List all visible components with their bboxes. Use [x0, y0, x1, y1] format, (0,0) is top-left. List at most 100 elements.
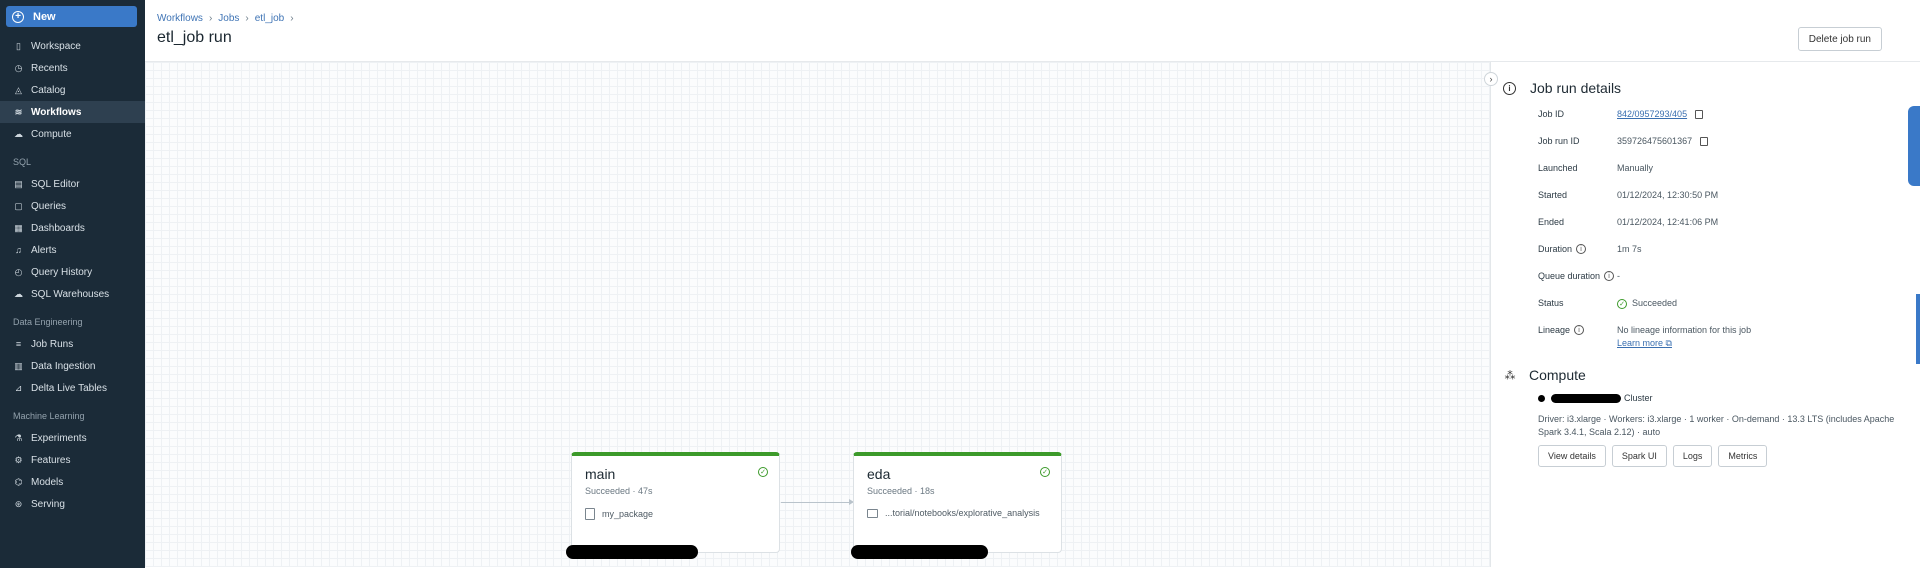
file-icon: [585, 508, 595, 520]
detail-row-started: Started 01/12/2024, 12:30:50 PM: [1503, 185, 1908, 212]
sidebar-item-label: Query History: [31, 266, 93, 278]
job-runs-icon: ≡: [15, 339, 22, 349]
new-button[interactable]: + New: [6, 6, 137, 27]
status-text: Succeeded: [1632, 298, 1678, 308]
compute-header: ⁂ Compute: [1503, 367, 1908, 383]
sidebar-item-recents[interactable]: ◷ Recents: [0, 57, 145, 79]
duration-label: Duration: [1538, 244, 1573, 254]
sidebar-item-alerts[interactable]: ♫ Alerts: [0, 239, 145, 261]
scrollbar[interactable]: [1916, 294, 1920, 364]
cluster-status-icon: [1538, 394, 1545, 402]
queries-icon: ▢: [14, 200, 23, 211]
page-title: etl_job run: [157, 29, 232, 46]
detail-row-queue-duration: Queue duration i -: [1503, 266, 1908, 293]
warehouse-icon: ☁: [14, 288, 23, 299]
sidebar-item-label: Experiments: [31, 432, 87, 444]
detail-label: Started: [1538, 190, 1568, 200]
cluster-label: Cluster: [1624, 393, 1653, 403]
detail-row-job-run-id: Job run ID 359726475601367: [1503, 131, 1908, 158]
sidebar-item-sql-editor[interactable]: ▤ SQL Editor: [0, 173, 145, 195]
detail-label: Lineage i: [1503, 325, 1617, 335]
cluster-icon: ⁂: [1504, 369, 1516, 382]
external-link-icon: ⧉: [1665, 338, 1672, 348]
task-path: ...torial/notebooks/explorative_analysis: [885, 508, 1040, 518]
details-header: i Job run details: [1503, 80, 1908, 96]
ingestion-icon: ▥: [14, 360, 23, 371]
chevron-right-icon: ›: [208, 13, 213, 24]
copy-icon[interactable]: [1700, 137, 1709, 147]
detail-label: Duration i: [1503, 244, 1617, 254]
spark-ui-button[interactable]: Spark UI: [1611, 445, 1667, 467]
info-icon[interactable]: i: [1604, 271, 1615, 281]
breadcrumb-etl-job[interactable]: etl_job: [255, 13, 284, 24]
task-name: main: [585, 466, 616, 482]
sidebar-item-experiments[interactable]: ⚗ Experiments: [0, 427, 145, 449]
sidebar-item-delta-live-tables[interactable]: ⊿ Delta Live Tables: [0, 377, 145, 399]
info-icon[interactable]: i: [1576, 244, 1587, 254]
delta-icon: ⊿: [14, 382, 23, 393]
job-id-link[interactable]: 842/0957293/405: [1617, 109, 1687, 119]
models-icon: ⌬: [14, 476, 23, 487]
check-circle-icon: ✓: [1040, 467, 1050, 477]
sidebar-item-workflows[interactable]: ≋ Workflows: [0, 101, 145, 123]
sidebar-item-features[interactable]: ⚙ Features: [0, 449, 145, 471]
new-button-label: New: [33, 10, 56, 23]
sidebar-section-sql: SQL: [13, 157, 32, 167]
sidebar-item-label: Queries: [31, 200, 67, 212]
details-title: Job run details: [1530, 80, 1622, 96]
dependency-edge: [781, 502, 851, 503]
task-name: eda: [867, 466, 891, 482]
breadcrumb-jobs[interactable]: Jobs: [218, 13, 239, 24]
sidebar-item-data-ingestion[interactable]: ▥ Data Ingestion: [0, 355, 145, 377]
sidebar-item-label: Features: [31, 454, 71, 466]
main-area: Workflows › Jobs › etl_job › etl_job run…: [145, 0, 1920, 568]
lineage-label: Lineage: [1538, 325, 1571, 335]
sidebar-section-machine-learning: Machine Learning: [13, 411, 85, 421]
sidebar-item-label: Compute: [31, 128, 72, 140]
learn-more-link[interactable]: Learn more ⧉: [1617, 338, 1908, 349]
task-card-eda[interactable]: eda Succeeded · 18s ✓ ...torial/notebook…: [853, 452, 1062, 553]
info-icon[interactable]: i: [1574, 325, 1585, 335]
task-card-main[interactable]: main Succeeded · 47s ✓ my_package: [571, 452, 780, 553]
sidebar-item-label: Data Ingestion: [31, 360, 96, 372]
detail-label: Queue duration i: [1503, 271, 1617, 281]
started-value: 01/12/2024, 12:30:50 PM: [1617, 190, 1719, 200]
workspace-icon: ▯: [16, 40, 21, 51]
sidebar-item-label: Delta Live Tables: [31, 382, 107, 394]
compute-title: Compute: [1529, 367, 1586, 383]
sidebar-item-job-runs[interactable]: ≡ Job Runs: [0, 333, 145, 355]
workflows-icon: ≋: [14, 106, 23, 117]
sidebar-item-serving[interactable]: ⊛ Serving: [0, 493, 145, 515]
sidebar-item-dashboards[interactable]: ▦ Dashboards: [0, 217, 145, 239]
detail-label: Job ID: [1538, 109, 1565, 119]
sidebar-item-catalog[interactable]: ◬ Catalog: [0, 79, 145, 101]
task-source: ...torial/notebooks/explorative_analysis: [867, 508, 1048, 518]
breadcrumb-workflows[interactable]: Workflows: [157, 13, 203, 24]
detail-label: Status: [1538, 298, 1564, 308]
sidebar-item-query-history[interactable]: ◴ Query History: [0, 261, 145, 283]
view-details-button[interactable]: View details: [1538, 445, 1606, 467]
copy-icon[interactable]: [1695, 110, 1704, 120]
chevron-right-icon: ›: [290, 13, 294, 24]
sidebar-item-models[interactable]: ⌬ Models: [0, 471, 145, 493]
queue-value: -: [1617, 271, 1620, 281]
sidebar-item-compute[interactable]: ☁ Compute: [0, 123, 145, 145]
compute-actions: View details Spark UI Logs Metrics: [1503, 445, 1908, 467]
chevron-right-icon[interactable]: ›: [1484, 72, 1498, 86]
duration-value: 1m 7s: [1617, 244, 1642, 254]
side-panel-tab[interactable]: [1908, 106, 1920, 186]
bell-icon: ♫: [15, 245, 22, 255]
task-status: Succeeded · 18s: [867, 486, 935, 496]
metrics-button[interactable]: Metrics: [1718, 445, 1768, 467]
sidebar-section-data-engineering: Data Engineering: [13, 317, 83, 327]
dag-canvas[interactable]: main Succeeded · 47s ✓ my_package eda Su…: [145, 62, 1491, 567]
detail-label: Launched: [1538, 163, 1578, 173]
redacted-block: [1551, 393, 1621, 403]
detail-row-ended: Ended 01/12/2024, 12:41:06 PM: [1503, 212, 1908, 239]
delete-job-run-button[interactable]: Delete job run: [1797, 27, 1882, 51]
sidebar-item-queries[interactable]: ▢ Queries: [0, 195, 145, 217]
sidebar-item-sql-warehouses[interactable]: ☁ SQL Warehouses: [0, 283, 145, 305]
logs-button[interactable]: Logs: [1672, 445, 1713, 467]
job-run-id-value: 359726475601367: [1617, 136, 1693, 146]
sidebar-item-workspace[interactable]: ▯ Workspace: [0, 35, 145, 57]
